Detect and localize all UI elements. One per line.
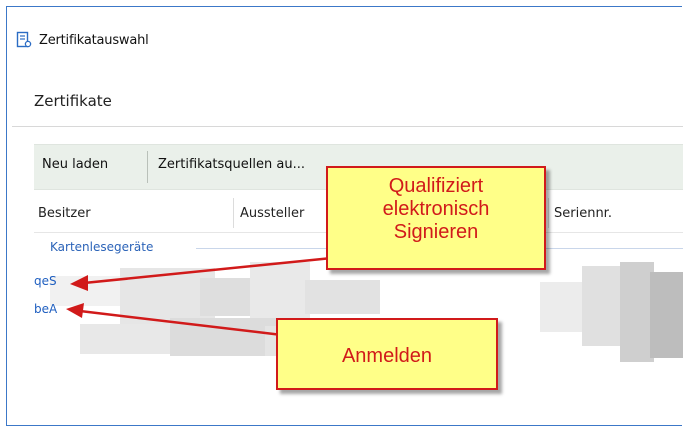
arrow-to-bea — [79, 309, 283, 337]
arrow-head-icon — [66, 303, 84, 318]
arrow-to-qes — [83, 256, 333, 285]
callout-login: Anmelden — [276, 318, 498, 390]
callout-qualified-signature: Qualifiziert elektronisch Signieren — [326, 166, 546, 270]
arrow-head-icon — [70, 275, 88, 291]
